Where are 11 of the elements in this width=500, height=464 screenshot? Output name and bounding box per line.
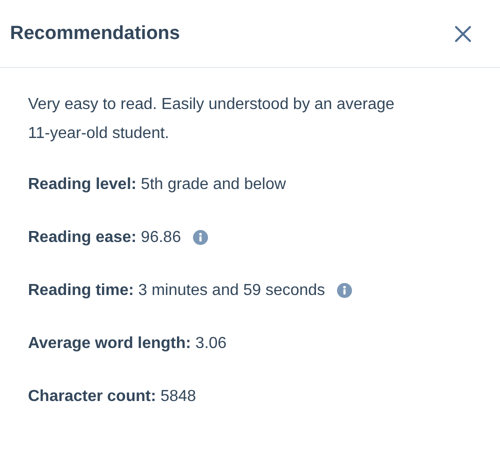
stat-text: Reading level: 5th grade and below	[28, 176, 286, 194]
info-icon[interactable]	[192, 230, 208, 245]
panel-title: Recommendations	[10, 22, 180, 44]
stat-text: Character count: 5848	[28, 388, 196, 406]
stat-text: Reading time: 3 minutes and 59 seconds	[28, 282, 326, 300]
info-icon[interactable]	[337, 283, 352, 298]
close-icon	[454, 24, 472, 42]
close-button[interactable]	[454, 24, 472, 42]
stat-text: Average word length: 3.06	[28, 334, 227, 352]
stat-text: Reading ease: 96.86	[28, 228, 181, 246]
description-text: Very easy to read. Easily understood by an average 11-year-old student.	[28, 95, 396, 144]
